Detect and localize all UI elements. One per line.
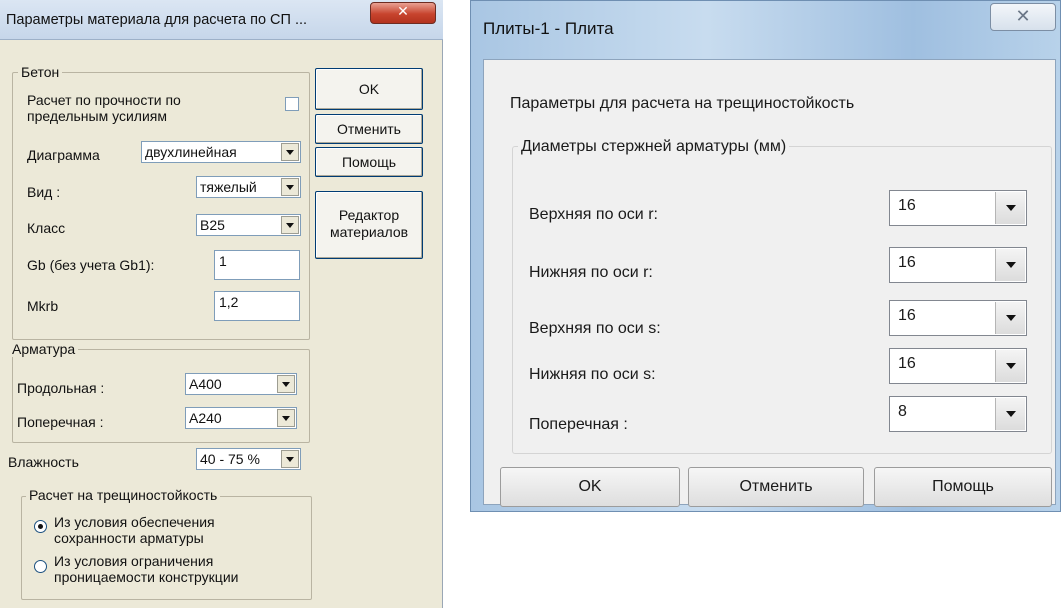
strength-check-checkbox[interactable] bbox=[285, 97, 299, 111]
material-editor-label: Редактор bbox=[338, 207, 400, 223]
top-r-value: 16 bbox=[898, 197, 916, 214]
chevron-down-icon[interactable] bbox=[281, 216, 299, 234]
chevron-down-icon[interactable] bbox=[995, 302, 1025, 334]
diagram-label: Диаграмма bbox=[27, 147, 100, 163]
gb-input[interactable]: 1 bbox=[214, 250, 300, 280]
cancel-button[interactable]: Отменить bbox=[315, 114, 423, 144]
chevron-down-icon[interactable] bbox=[281, 450, 299, 468]
row-label-transverse: Поперечная : bbox=[529, 416, 628, 433]
row-label-bottom-s: Нижняя по оси s: bbox=[529, 366, 656, 383]
dialog-body: Бетон Расчет по прочности по предельным … bbox=[8, 40, 435, 608]
material-editor-label-2: материалов bbox=[329, 224, 409, 240]
bottom-s-select[interactable]: 16 bbox=[889, 348, 1027, 384]
chevron-down-icon[interactable] bbox=[277, 409, 295, 427]
transverse-select[interactable]: A240 bbox=[185, 407, 297, 429]
chevron-down-icon[interactable] bbox=[277, 375, 295, 393]
dialog-body: Параметры для расчета на трещиностойкост… bbox=[483, 59, 1056, 507]
chevron-down-icon[interactable] bbox=[995, 192, 1025, 224]
mkrb-label: Mkrb bbox=[27, 298, 59, 314]
transverse-value: A240 bbox=[189, 410, 222, 426]
crack-option-1-radio[interactable] bbox=[34, 520, 47, 533]
class-select[interactable]: B25 bbox=[196, 214, 301, 236]
chevron-down-icon[interactable] bbox=[281, 143, 299, 161]
concrete-group-label: Бетон bbox=[18, 64, 63, 80]
row-label-bottom-r: Нижняя по оси r: bbox=[529, 264, 653, 281]
dialog-title: Параметры материала для расчета по СП ..… bbox=[6, 12, 308, 28]
title-bar[interactable]: Параметры материала для расчета по СП ..… bbox=[0, 0, 443, 40]
slab-crack-dialog: Плиты-1 - Плита ✕ Параметры для расчета … bbox=[470, 0, 1061, 512]
bottom-r-value: 16 bbox=[898, 254, 916, 271]
crack-option-2-label: Из условия ограничения bbox=[54, 553, 214, 569]
close-button[interactable]: ✕ bbox=[990, 3, 1056, 31]
close-icon: ✕ bbox=[397, 4, 409, 20]
top-s-value: 16 bbox=[898, 307, 916, 324]
class-label: Класс bbox=[27, 220, 66, 236]
material-editor-button[interactable]: Редактор материалов bbox=[315, 191, 423, 259]
reinforcement-group-label: Арматура bbox=[9, 341, 79, 357]
strength-check-label-2: предельным усилиям bbox=[27, 108, 167, 124]
strength-check-label: Расчет по прочности по bbox=[27, 92, 181, 108]
help-button[interactable]: Помощь bbox=[874, 467, 1052, 507]
transverse-select[interactable]: 8 bbox=[889, 396, 1027, 432]
diagram-value: двухлинейная bbox=[145, 144, 237, 160]
longitudinal-select[interactable]: A400 bbox=[185, 373, 297, 395]
gb-label: Gb (без учета Gb1): bbox=[27, 257, 155, 273]
transverse-value: 8 bbox=[898, 403, 907, 420]
humidity-label: Влажность bbox=[8, 454, 79, 470]
bar-diameters-group-label: Диаметры стержней арматуры (мм) bbox=[518, 137, 790, 156]
chevron-down-icon[interactable] bbox=[995, 350, 1025, 382]
type-value: тяжелый bbox=[200, 179, 257, 195]
humidity-value: 40 - 75 % bbox=[200, 451, 260, 467]
class-value: B25 bbox=[200, 217, 225, 233]
gb-value: 1 bbox=[219, 253, 227, 269]
chevron-down-icon[interactable] bbox=[995, 398, 1025, 430]
material-params-dialog: Параметры материала для расчета по СП ..… bbox=[0, 0, 443, 608]
close-button[interactable]: ✕ bbox=[370, 2, 436, 24]
type-label: Вид : bbox=[27, 184, 61, 200]
bottom-r-select[interactable]: 16 bbox=[889, 247, 1027, 283]
crack-option-2-label-2: проницаемости конструкции bbox=[54, 569, 239, 585]
bottom-s-value: 16 bbox=[898, 355, 916, 372]
ok-button[interactable]: OK bbox=[500, 467, 680, 507]
ok-button[interactable]: OK bbox=[315, 68, 423, 110]
diagram-select[interactable]: двухлинейная bbox=[141, 141, 301, 163]
crack-option-2-radio[interactable] bbox=[34, 560, 47, 573]
close-icon: ✕ bbox=[1015, 6, 1031, 27]
chevron-down-icon[interactable] bbox=[281, 178, 299, 196]
cancel-button[interactable]: Отменить bbox=[688, 467, 864, 507]
humidity-select[interactable]: 40 - 75 % bbox=[196, 448, 301, 470]
top-r-select[interactable]: 16 bbox=[889, 190, 1027, 226]
crack-group-label: Расчет на трещиностойкость bbox=[26, 487, 221, 503]
row-label-top-s: Верхняя по оси s: bbox=[529, 320, 661, 337]
row-label-top-r: Верхняя по оси r: bbox=[529, 206, 658, 223]
crack-option-1-label-2: сохранности арматуры bbox=[54, 530, 204, 546]
mkrb-value: 1,2 bbox=[219, 294, 239, 310]
mkrb-input[interactable]: 1,2 bbox=[214, 291, 300, 321]
type-select[interactable]: тяжелый bbox=[196, 176, 301, 198]
top-s-select[interactable]: 16 bbox=[889, 300, 1027, 336]
dialog-title: Плиты-1 - Плита bbox=[483, 19, 614, 38]
longitudinal-value: A400 bbox=[189, 376, 222, 392]
help-button[interactable]: Помощь bbox=[315, 147, 423, 177]
crack-params-heading: Параметры для расчета на трещиностойкост… bbox=[510, 95, 855, 112]
crack-option-1-label: Из условия обеспечения bbox=[54, 514, 215, 530]
chevron-down-icon[interactable] bbox=[995, 249, 1025, 281]
transverse-label: Поперечная : bbox=[17, 414, 104, 430]
longitudinal-label: Продольная : bbox=[17, 380, 105, 396]
